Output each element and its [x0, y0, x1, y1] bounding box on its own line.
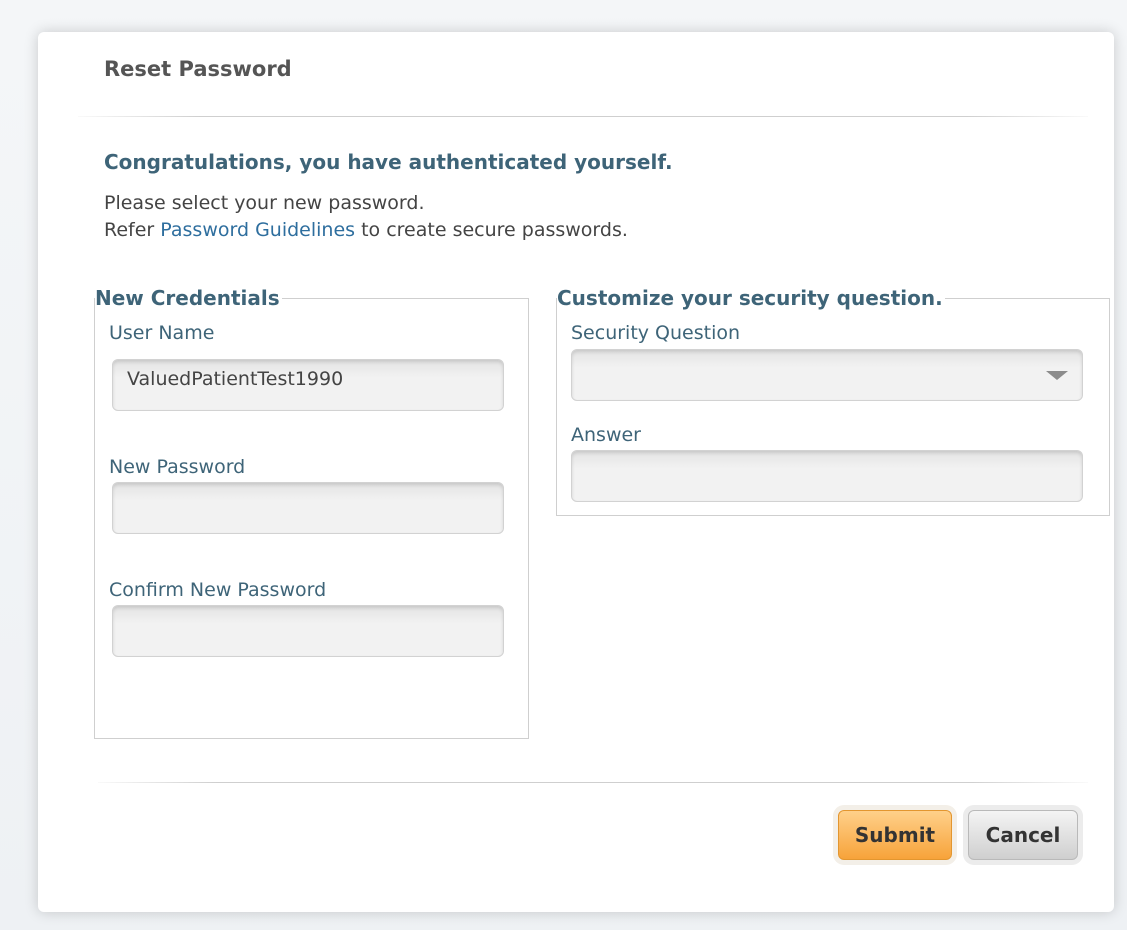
dialog-title: Reset Password — [104, 57, 292, 81]
security-question-fieldset: Customize your security question. Securi… — [556, 286, 1110, 516]
submit-button[interactable]: Submit — [838, 810, 952, 860]
username-label: User Name — [109, 322, 215, 344]
chevron-down-icon[interactable] — [1046, 371, 1068, 380]
confirm-password-field[interactable] — [112, 605, 504, 657]
reset-password-dialog: Reset Password Congratulations, you have… — [38, 32, 1114, 912]
password-guidelines-link[interactable]: Password Guidelines — [160, 219, 355, 241]
guidelines-text: Refer Password Guidelines to create secu… — [104, 219, 628, 241]
security-question-label: Security Question — [571, 322, 741, 344]
instruction-text: Please select your new password. — [104, 192, 425, 214]
new-password-label: New Password — [109, 456, 246, 478]
guidelines-suffix: to create secure passwords. — [355, 219, 628, 241]
security-question-legend: Customize your security question. — [557, 286, 945, 310]
guidelines-prefix: Refer — [104, 219, 161, 241]
auth-success-message: Congratulations, you have authenticated … — [104, 150, 673, 174]
answer-label: Answer — [571, 424, 641, 446]
new-password-field[interactable] — [112, 482, 504, 534]
new-credentials-legend: New Credentials — [95, 286, 282, 310]
security-question-select[interactable] — [571, 349, 1083, 401]
footer-divider — [98, 782, 1088, 783]
new-credentials-fieldset: New Credentials User Name ValuedPatientT… — [94, 286, 529, 739]
answer-field[interactable] — [571, 450, 1083, 502]
cancel-button[interactable]: Cancel — [968, 810, 1078, 860]
confirm-password-label: Confirm New Password — [109, 579, 327, 601]
username-field[interactable]: ValuedPatientTest1990 — [112, 359, 504, 411]
title-divider — [78, 116, 1088, 117]
